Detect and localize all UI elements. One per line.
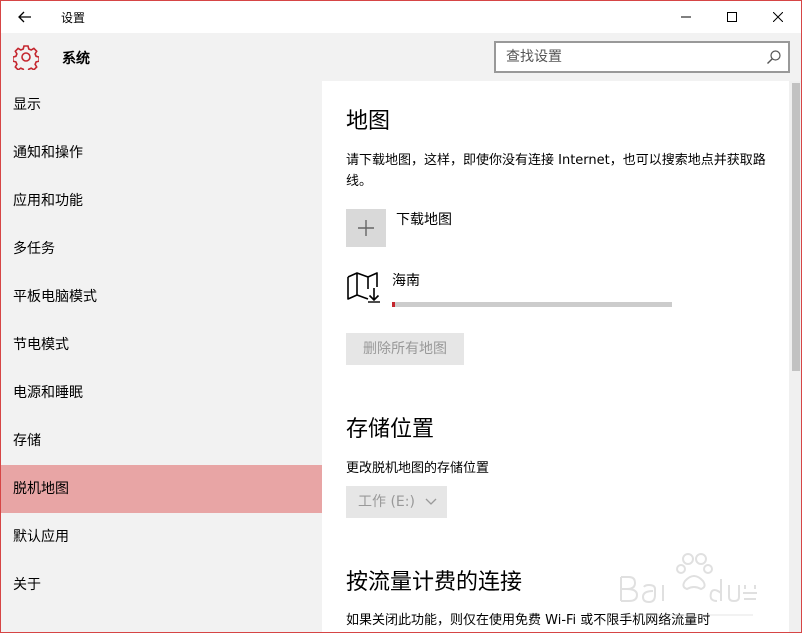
close-icon [773, 12, 783, 22]
sidebar-item-offline-maps[interactable]: 脱机地图 [1, 465, 322, 513]
storage-location-select[interactable]: 工作 (E:) [346, 486, 447, 518]
sidebar-item-about[interactable]: 关于 [1, 561, 322, 609]
baidu-watermark-logo [620, 553, 757, 616]
search-icon[interactable] [766, 49, 782, 65]
sidebar-item-apps-features[interactable]: 应用和功能 [1, 177, 322, 225]
map-download-icon [347, 272, 380, 303]
storage-location-value: 工作 (E:) [358, 494, 415, 510]
sidebar-item-power-sleep[interactable]: 电源和睡眠 [1, 369, 322, 417]
maps-description: 请下载地图，这样，即使你没有连接 Internet，也可以搜索地点并获取路线。 [346, 153, 766, 189]
download-progress-bar [392, 302, 672, 307]
settings-window: 设置 系统 查找设置 显示 通知和操作 应用和功能 多任务 平板电脑模式 节电模… [0, 0, 802, 633]
back-arrow-icon [18, 11, 31, 23]
sidebar-item-multitasking[interactable]: 多任务 [1, 225, 322, 273]
sidebar: 显示 通知和操作 应用和功能 多任务 平板电脑模式 节电模式 电源和睡眠 存储 … [1, 81, 322, 632]
main-scrollbar[interactable] [789, 81, 801, 632]
maximize-button[interactable] [709, 1, 755, 33]
download-maps-label[interactable]: 下载地图 [396, 209, 452, 229]
scrollbar-thumb[interactable] [792, 83, 800, 371]
sidebar-item-default-apps[interactable]: 默认应用 [1, 513, 322, 561]
gear-icon [13, 45, 39, 70]
chevron-down-icon [425, 498, 437, 505]
title-bar: 设置 [1, 1, 801, 33]
storage-description: 更改脱机地图的存储位置 [346, 461, 490, 476]
close-button[interactable] [755, 1, 801, 33]
sidebar-item-tablet-mode[interactable]: 平板电脑模式 [1, 273, 322, 321]
download-progress-fill [392, 302, 395, 307]
sidebar-item-display[interactable]: 显示 [1, 81, 322, 129]
header: 系统 [1, 33, 801, 81]
map-item-name: 海南 [392, 273, 420, 289]
download-maps-button[interactable] [346, 209, 386, 247]
page-title: 系统 [62, 51, 90, 67]
maps-section-title: 地图 [346, 109, 391, 134]
minimize-icon [681, 16, 691, 18]
maximize-icon [727, 12, 737, 22]
back-button[interactable] [9, 5, 41, 29]
sidebar-item-notifications[interactable]: 通知和操作 [1, 129, 322, 177]
search-box[interactable] [494, 41, 790, 73]
storage-section-title: 存储位置 [346, 417, 435, 442]
sidebar-item-storage[interactable]: 存储 [1, 417, 322, 465]
metered-section-title: 按流量计费的连接 [346, 570, 523, 595]
window-title: 设置 [61, 11, 86, 25]
delete-all-maps-button[interactable]: 删除所有地图 [346, 333, 464, 365]
plus-icon [358, 220, 374, 236]
minimize-button[interactable] [663, 1, 709, 33]
search-input[interactable] [496, 43, 758, 71]
sidebar-item-battery-saver[interactable]: 节电模式 [1, 321, 322, 369]
